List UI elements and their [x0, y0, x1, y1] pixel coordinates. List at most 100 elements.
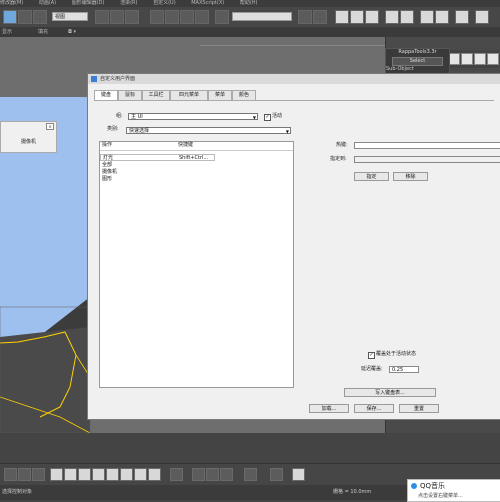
notification-title: QQ音乐: [420, 482, 446, 490]
menu-rendering[interactable]: 渲染(R): [120, 0, 137, 6]
rappatools-select-button[interactable]: Select: [392, 57, 443, 66]
tab-mouse[interactable]: 鼠标: [118, 90, 142, 100]
render-iterative-icon[interactable]: [475, 10, 489, 24]
customize-ui-dialog: 自定义用户界面 键盘 鼠标 工具栏 四元菜单 菜单 颜色 组: 主 UI ▼ ✓…: [87, 73, 500, 420]
render-setup-icon[interactable]: [420, 10, 434, 24]
schematic-view-icon[interactable]: [385, 10, 399, 24]
menu-animation[interactable]: 动画(A): [39, 0, 56, 6]
key-filter-icon[interactable]: [32, 468, 45, 481]
render-production-icon[interactable]: [455, 10, 469, 24]
status-prompt: 选择控制对象: [2, 489, 33, 495]
action-list[interactable]: 操作 快捷键 灯光 Shift+Ctrl... 全部 摄像机 图形: [99, 141, 294, 388]
transform-gizmo-icon[interactable]: [206, 468, 219, 481]
floating-panel-item[interactable]: 摄像机: [21, 139, 36, 146]
qq-music-notification[interactable]: QQ音乐 点击设置右键菜单...: [407, 479, 500, 502]
select-rotate-icon[interactable]: [110, 10, 124, 24]
percent-snap-icon[interactable]: [180, 10, 194, 24]
delay-override-label: 延迟覆盖:: [361, 366, 383, 372]
override-active-checkbox[interactable]: ✓: [368, 352, 375, 359]
maximize-viewport-icon[interactable]: [148, 468, 161, 481]
hierarchy-tab-icon[interactable]: [474, 53, 486, 65]
reset-button[interactable]: 重置: [399, 404, 439, 413]
field-of-view-icon[interactable]: [106, 468, 119, 481]
select-by-name-icon[interactable]: [33, 10, 47, 24]
assigned-to-label: 指定到:: [330, 156, 347, 162]
zoom-all-icon[interactable]: [64, 468, 77, 481]
ribbon-bar: 显示 填充 ◘ ▾: [0, 27, 500, 37]
ribbon-toggle-icon[interactable]: ◘ ▾: [68, 27, 76, 37]
zoom-icon[interactable]: [50, 468, 63, 481]
list-item[interactable]: 摄像机: [100, 169, 293, 176]
ribbon-icon[interactable]: [350, 10, 364, 24]
column-header-action[interactable]: 操作: [102, 142, 112, 149]
curve-editor-icon[interactable]: [365, 10, 379, 24]
edit-named-selection-icon[interactable]: [215, 10, 229, 24]
hotkey-field[interactable]: [354, 142, 500, 149]
active-checkbox[interactable]: ✓: [264, 114, 271, 121]
action-list-header: 操作 快捷键: [100, 142, 293, 151]
watermark-logo-icon: [244, 468, 257, 481]
lock-selection-icon[interactable]: [220, 468, 233, 481]
zoom-extents-icon[interactable]: [78, 468, 91, 481]
named-selection-dropdown[interactable]: [232, 12, 292, 21]
modify-tab-icon[interactable]: [461, 53, 473, 65]
tab-menus[interactable]: 菜单: [208, 90, 232, 100]
select-move-icon[interactable]: [95, 10, 109, 24]
grid-snap-icon[interactable]: [192, 468, 205, 481]
menu-modifiers[interactable]: 修改器(M): [0, 0, 23, 6]
select-object-icon[interactable]: [3, 10, 17, 24]
tab-colors[interactable]: 颜色: [232, 90, 256, 100]
select-scale-icon[interactable]: [125, 10, 139, 24]
load-button[interactable]: 加载...: [309, 404, 349, 413]
keyframe-icon[interactable]: [4, 468, 17, 481]
remove-button[interactable]: 移除: [393, 172, 428, 181]
pan-icon[interactable]: [120, 468, 133, 481]
group-combo[interactable]: 主 UI ▼: [128, 113, 258, 120]
reference-coord-dropdown[interactable]: 视图: [52, 12, 88, 21]
category-combo-value: 快速选择: [129, 128, 150, 134]
menu-customize[interactable]: 自定义(U): [153, 0, 176, 6]
align-icon[interactable]: [313, 10, 327, 24]
list-item[interactable]: 全部: [100, 162, 293, 169]
grid-spacing: 栅格 = 10.0mm: [333, 489, 372, 495]
group-label: 组:: [116, 113, 123, 119]
hotkey-label: 热键:: [336, 142, 348, 148]
set-key-icon[interactable]: [18, 468, 31, 481]
delay-override-spinner[interactable]: 0.25: [389, 366, 419, 373]
list-item[interactable]: 灯光 Shift+Ctrl...: [100, 154, 215, 161]
column-header-shortcut[interactable]: 快捷键: [178, 142, 193, 149]
list-item[interactable]: 图形: [100, 176, 293, 183]
motion-tab-icon[interactable]: [487, 53, 499, 65]
select-region-icon[interactable]: [18, 10, 32, 24]
rappatools-title: RappaTools3.3r: [398, 49, 437, 55]
viewport-top-edge: [200, 39, 385, 46]
play-icon[interactable]: [170, 468, 183, 481]
category-combo[interactable]: 快速选择 ▼: [126, 127, 291, 134]
time-config-icon[interactable]: [292, 468, 305, 481]
menu-maxscript[interactable]: MAXScript(X): [191, 0, 224, 6]
angle-snap-icon[interactable]: [165, 10, 179, 24]
tab-toolbars[interactable]: 工具栏: [142, 90, 170, 100]
snap-toggle-icon[interactable]: [150, 10, 164, 24]
menu-graph-editors[interactable]: 图形编辑器(D): [72, 0, 105, 6]
orbit-icon[interactable]: [134, 468, 147, 481]
ribbon-label-populate[interactable]: 填充: [38, 27, 48, 37]
override-active-label: 覆盖处于活动状态: [376, 351, 417, 357]
ribbon-label-display[interactable]: 显示: [2, 27, 12, 37]
dialog-titlebar[interactable]: 自定义用户界面: [88, 74, 500, 84]
snaps-icon[interactable]: [270, 468, 283, 481]
info-icon: [411, 483, 417, 489]
save-button[interactable]: 保存...: [354, 404, 394, 413]
close-icon[interactable]: ×: [46, 123, 54, 130]
material-editor-icon[interactable]: [400, 10, 414, 24]
assign-button[interactable]: 指定: [354, 172, 389, 181]
spinner-snap-icon[interactable]: [195, 10, 209, 24]
tab-quads[interactable]: 四元菜单: [170, 90, 208, 100]
rendered-frame-icon[interactable]: [435, 10, 449, 24]
menu-help[interactable]: 帮助(H): [240, 0, 258, 6]
layer-manager-icon[interactable]: [335, 10, 349, 24]
app-icon: [91, 76, 97, 82]
mirror-icon[interactable]: [298, 10, 312, 24]
zoom-extents-all-icon[interactable]: [92, 468, 105, 481]
write-keyboard-chart-button[interactable]: 写入键盘表...: [344, 388, 436, 397]
